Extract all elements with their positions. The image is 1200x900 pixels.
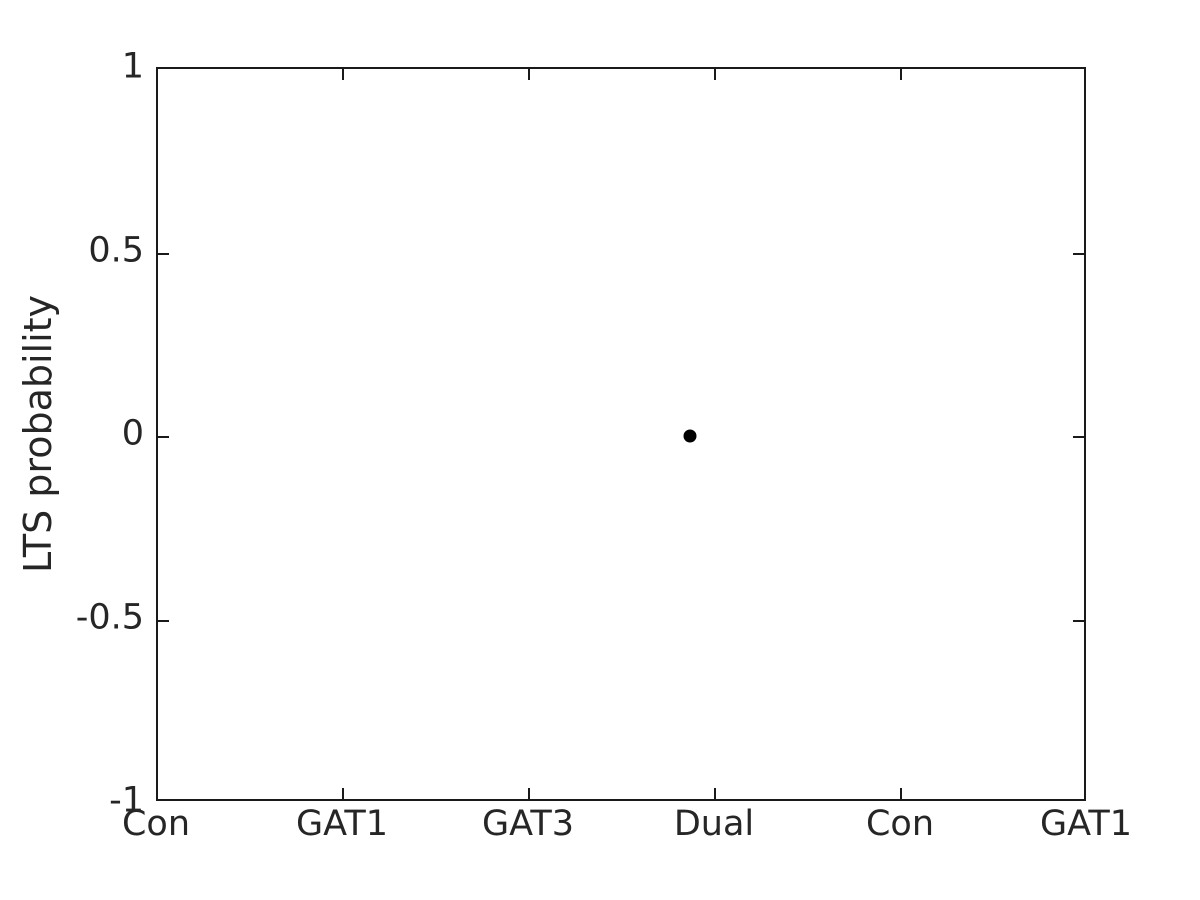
y-tick-label-0: 0: [121, 413, 144, 454]
x-tick-label-gat3: GAT3: [482, 804, 574, 844]
x-tick-mark-dual: [714, 788, 716, 799]
y-tick-mark-right-neg0-5: [1073, 620, 1084, 622]
x-tick-label-gat1-1: GAT1: [296, 804, 388, 844]
x-tick-mark-gat3: [528, 788, 530, 799]
plot-area: [156, 67, 1086, 801]
x-tick-mark-top-gat3: [528, 69, 530, 80]
x-tick-label-con-2: Con: [865, 804, 935, 844]
y-tick-label-1: 1: [121, 46, 144, 87]
y-tick-mark-neg0-5: [158, 620, 169, 622]
y-axis-label: LTS probability: [16, 294, 60, 574]
x-tick-mark-top-dual: [714, 69, 716, 80]
figure-canvas: LTS probability 1 0.5 0 -0.5 -1 Con GAT1…: [0, 0, 1200, 900]
x-tick-label-con-1: Con: [121, 804, 191, 844]
y-tick-label-0-5: 0.5: [88, 230, 144, 271]
y-tick-mark-0: [158, 436, 169, 438]
y-tick-label-neg0-5: -0.5: [75, 597, 144, 638]
x-tick-mark-top-con-2: [900, 69, 902, 80]
x-tick-mark-top-gat1-1: [342, 69, 344, 80]
y-tick-mark-right-0: [1073, 436, 1084, 438]
x-tick-mark-con-2: [900, 788, 902, 799]
x-tick-label-gat1-2: GAT1: [1040, 804, 1132, 844]
x-tick-mark-gat1-1: [342, 788, 344, 799]
y-tick-mark-0-5: [158, 253, 169, 255]
y-tick-mark-right-0-5: [1073, 253, 1084, 255]
data-point: [683, 429, 697, 443]
x-tick-label-dual: Dual: [673, 804, 755, 844]
